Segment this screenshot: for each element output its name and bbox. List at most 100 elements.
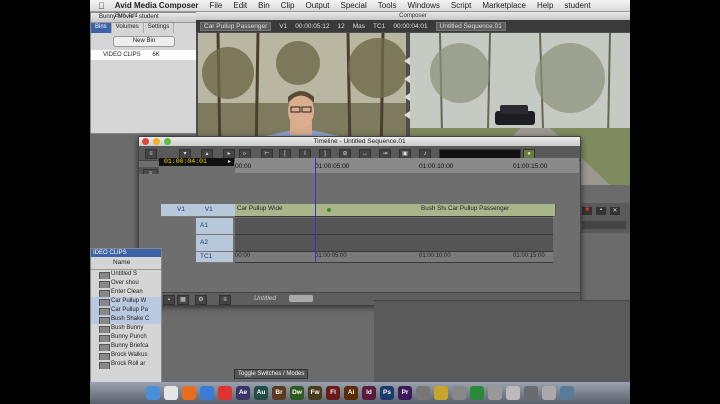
dock-app-icon[interactable] bbox=[200, 386, 214, 400]
zoom-slider[interactable] bbox=[289, 295, 313, 302]
track-lane-a2[interactable] bbox=[235, 235, 553, 252]
track-menu-icon[interactable]: ≡ bbox=[219, 295, 231, 305]
tab-settings[interactable]: Settings bbox=[144, 23, 175, 33]
dock-app-icon[interactable]: Fw bbox=[308, 386, 322, 400]
list-item[interactable]: Brock Roll ar bbox=[91, 360, 161, 369]
track-lane-tc1: 00:00 01:00:05:00 01:00:10:00 01:00:15:0… bbox=[235, 252, 553, 263]
clip-segment[interactable]: Bush Sha bbox=[419, 204, 448, 216]
app-menu[interactable]: Avid Media Composer bbox=[115, 1, 199, 10]
new-bin-button[interactable]: New Bin bbox=[113, 36, 175, 47]
timeline-ruler[interactable]: 00:00 01:00:05:00 01:00:10:00 01:00:15:0… bbox=[235, 158, 579, 173]
dock-app-icon[interactable] bbox=[218, 386, 232, 400]
dock-app-icon[interactable] bbox=[488, 386, 502, 400]
list-item[interactable]: Bush Shake C bbox=[91, 315, 161, 324]
menu-edit[interactable]: Edit bbox=[233, 1, 247, 10]
project-window-title[interactable]: Bunny Movie - student bbox=[91, 13, 198, 23]
menu-output[interactable]: Output bbox=[306, 1, 330, 10]
track-header-a2[interactable]: A2 bbox=[196, 235, 233, 252]
dock-app-icon[interactable] bbox=[506, 386, 520, 400]
menu-bin[interactable]: Bin bbox=[258, 1, 270, 10]
menu-marketplace[interactable]: Marketplace bbox=[482, 1, 526, 10]
menu-special[interactable]: Special bbox=[341, 1, 367, 10]
timeline-tracks: V1 V1 Car Pullup Wide Bush Sha Car Pullu… bbox=[139, 174, 580, 263]
source-track-label: V1 bbox=[177, 206, 185, 213]
dock-app-icon[interactable] bbox=[164, 386, 178, 400]
list-item[interactable]: Brock Walkus bbox=[91, 351, 161, 360]
clip-icon bbox=[99, 317, 110, 324]
list-item[interactable]: Car Pullup Pa bbox=[91, 306, 161, 315]
dock-app-icon[interactable]: Ps bbox=[380, 386, 394, 400]
dock-app-icon[interactable] bbox=[146, 386, 160, 400]
menu-tools[interactable]: Tools bbox=[378, 1, 397, 10]
dock-app-icon[interactable] bbox=[524, 386, 538, 400]
clip-bin-title[interactable]: IDEO CLIPS bbox=[91, 249, 161, 257]
timeline-timecode[interactable]: 01:00:04:01 bbox=[159, 158, 229, 166]
track-lane-v1[interactable]: Car Pullup Wide Bush Sha Car Pullup Pass… bbox=[235, 204, 556, 217]
clip-name: Car Pullup Pa bbox=[111, 307, 149, 313]
bin-row[interactable]: VIDEO CLIPS 6K bbox=[91, 50, 198, 60]
dock-app-icon[interactable] bbox=[416, 386, 430, 400]
dock-app-icon[interactable] bbox=[452, 386, 466, 400]
clip-icon bbox=[99, 344, 110, 351]
clip-name: Brock Roll ar bbox=[111, 361, 146, 367]
list-item[interactable]: Bunny Briefca bbox=[91, 342, 161, 351]
list-item[interactable]: Untitled S bbox=[91, 270, 161, 279]
transport-controls[interactable] bbox=[582, 221, 626, 229]
clip-name: Brock Walkus bbox=[111, 352, 148, 358]
dock-app-icon[interactable] bbox=[470, 386, 484, 400]
timeline-title-bar[interactable]: Timeline - Untitled Sequence.01 bbox=[139, 137, 580, 146]
fast-menu-icon[interactable]: ≡ bbox=[145, 149, 157, 159]
tab-bins[interactable]: Bins bbox=[91, 23, 112, 33]
clip-segment[interactable]: Car Pullup Passenger bbox=[446, 204, 556, 216]
menu-clip[interactable]: Clip bbox=[281, 1, 295, 10]
tab-volumes[interactable]: Volumes bbox=[112, 23, 144, 33]
column-header-name[interactable]: Name bbox=[91, 257, 161, 270]
mark-clip-button[interactable]: ▪ bbox=[596, 207, 606, 215]
track-lane-a1[interactable] bbox=[235, 218, 553, 235]
menu-user[interactable]: student bbox=[564, 1, 590, 10]
mark-in-button[interactable]: ■ bbox=[582, 207, 592, 215]
menu-script[interactable]: Script bbox=[451, 1, 471, 10]
list-item[interactable]: Bush Bunny bbox=[91, 324, 161, 333]
menu-windows[interactable]: Windows bbox=[407, 1, 439, 10]
dock-app-icon[interactable] bbox=[542, 386, 556, 400]
video-quality-icon[interactable]: ▪ bbox=[163, 295, 175, 305]
composer-title: Composer bbox=[196, 12, 630, 20]
dock-app-icon[interactable]: Id bbox=[362, 386, 376, 400]
track-header-tc1[interactable]: TC1 bbox=[196, 252, 233, 263]
track-header-a1[interactable]: A1 bbox=[196, 218, 233, 235]
thumbnail-icon[interactable]: ▦ bbox=[177, 295, 189, 305]
lift-button[interactable]: ✕ bbox=[610, 207, 620, 215]
dock-app-icon[interactable] bbox=[182, 386, 196, 400]
dock-app-icon[interactable] bbox=[560, 386, 574, 400]
timecode-menu-icon[interactable]: ▸ bbox=[228, 158, 234, 166]
list-item[interactable]: Car Pullup W bbox=[91, 297, 161, 306]
position-indicator[interactable] bbox=[315, 158, 316, 262]
dock-app-icon[interactable]: Au bbox=[254, 386, 268, 400]
menu-help[interactable]: Help bbox=[537, 1, 553, 10]
ruler-tick: 01:00:15:00 bbox=[513, 163, 548, 170]
dock-app-icon[interactable]: Dw bbox=[290, 386, 304, 400]
menu-file[interactable]: File bbox=[209, 1, 222, 10]
dock-app-icon[interactable]: Ae bbox=[236, 386, 250, 400]
sequence-menu[interactable]: Untitled Sequence.01 bbox=[435, 21, 506, 31]
minimize-icon[interactable] bbox=[153, 138, 160, 145]
source-clip-menu[interactable]: Car Pullup Passenger bbox=[200, 21, 272, 31]
dock-app-icon[interactable]: Pr bbox=[398, 386, 412, 400]
clip-name: Over shou bbox=[111, 280, 139, 286]
dock-app-icon[interactable]: Fl bbox=[326, 386, 340, 400]
tc1-label: TC1 bbox=[373, 22, 386, 30]
dock-app-icon[interactable] bbox=[434, 386, 448, 400]
list-item[interactable]: Enter Clean bbox=[91, 288, 161, 297]
dock-app-icon[interactable]: Br bbox=[272, 386, 286, 400]
list-item[interactable]: Bunny Punch bbox=[91, 333, 161, 342]
list-item[interactable]: Over shou bbox=[91, 279, 161, 288]
zoom-icon[interactable] bbox=[164, 138, 171, 145]
close-icon[interactable] bbox=[142, 138, 149, 145]
timeline-view-name[interactable]: Untitled bbox=[254, 295, 276, 302]
bin-window-title[interactable]: Bun..ent bbox=[115, 13, 137, 19]
settings-icon[interactable]: ⚙ bbox=[195, 295, 207, 305]
apple-menu-icon[interactable]:  bbox=[98, 1, 105, 11]
track-header-v1[interactable]: V1 V1 bbox=[161, 204, 235, 217]
dock-app-icon[interactable]: Ai bbox=[344, 386, 358, 400]
